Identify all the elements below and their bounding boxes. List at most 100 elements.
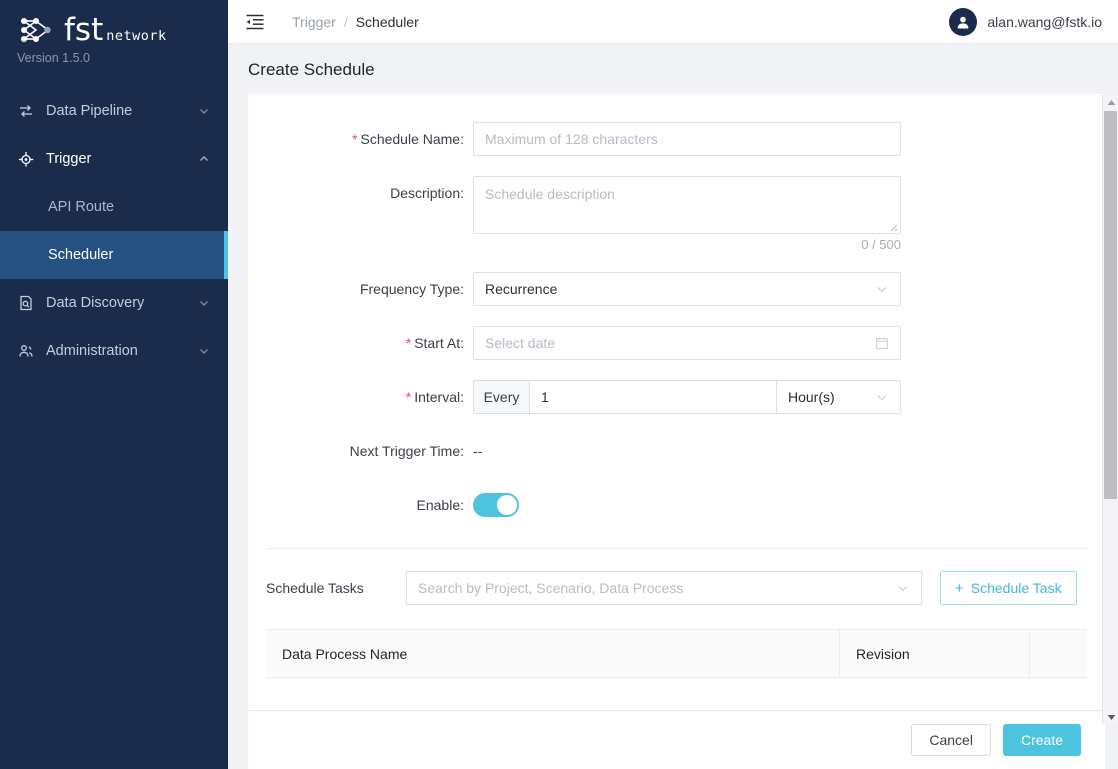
start-at-datepicker[interactable]: Select date bbox=[473, 326, 901, 360]
sidebar-item-label: Administration bbox=[46, 343, 198, 359]
label-text: Start At bbox=[414, 335, 460, 351]
breadcrumb-current: Scheduler bbox=[356, 14, 419, 30]
card-scroll-region: *Schedule Name: Description: bbox=[248, 94, 1105, 710]
cancel-button[interactable]: Cancel bbox=[911, 724, 991, 756]
start-at-placeholder: Select date bbox=[485, 335, 875, 351]
brand-suffix: network bbox=[106, 28, 166, 44]
required-asterisk: * bbox=[406, 335, 411, 351]
label-text: Next Trigger Time bbox=[350, 443, 460, 459]
column-header-actions bbox=[1029, 630, 1087, 677]
document-search-icon bbox=[16, 293, 36, 313]
breadcrumb-separator: / bbox=[344, 14, 348, 30]
label-text: Schedule Name bbox=[360, 131, 460, 147]
sidebar-item-administration[interactable]: Administration bbox=[0, 327, 228, 375]
scroll-up-arrow-icon[interactable] bbox=[1103, 95, 1118, 109]
plus-icon: + bbox=[955, 581, 964, 596]
column-header-data-process-name: Data Process Name bbox=[266, 630, 839, 677]
interval-group: Every Hour(s) bbox=[473, 380, 901, 414]
frequency-type-label: Frequency Type: bbox=[248, 272, 473, 306]
sidebar: fst network Version 1.5.0 Data Pipeline bbox=[0, 0, 228, 769]
sidebar-nav: Data Pipeline Trigger bbox=[0, 87, 228, 375]
breadcrumb: Trigger / Scheduler bbox=[292, 14, 419, 30]
brand-name: fst bbox=[64, 15, 103, 46]
menu-collapse-icon[interactable] bbox=[242, 9, 268, 35]
frequency-type-value: Recurrence bbox=[485, 281, 875, 297]
interval-unit-value: Hour(s) bbox=[788, 389, 875, 405]
create-button[interactable]: Create bbox=[1003, 724, 1081, 756]
scroll-down-arrow-icon[interactable] bbox=[1103, 710, 1118, 724]
sidebar-item-scheduler[interactable]: Scheduler bbox=[0, 231, 228, 279]
sidebar-item-api-route[interactable]: API Route bbox=[0, 183, 228, 231]
schedule-tasks-search-placeholder: Search by Project, Scenario, Data Proces… bbox=[418, 580, 896, 596]
sidebar-subitem-label: Scheduler bbox=[48, 247, 113, 263]
field-schedule-name: *Schedule Name: bbox=[248, 122, 1105, 156]
schedule-tasks-row: Schedule Tasks Search by Project, Scenar… bbox=[248, 549, 1105, 605]
field-enable: Enable: bbox=[248, 488, 1105, 522]
chevron-down-icon bbox=[198, 105, 210, 117]
schedule-name-input[interactable] bbox=[473, 122, 901, 156]
chevron-down-icon bbox=[875, 282, 889, 296]
start-at-label: *Start At: bbox=[248, 326, 473, 360]
sidebar-item-data-pipeline[interactable]: Data Pipeline bbox=[0, 87, 228, 135]
pipeline-transfer-icon bbox=[16, 101, 36, 121]
next-trigger-time-label: Next Trigger Time: bbox=[248, 434, 473, 468]
add-schedule-task-label: Schedule Task bbox=[971, 580, 1062, 596]
sidebar-item-trigger[interactable]: Trigger bbox=[0, 135, 228, 183]
toggle-knob bbox=[497, 495, 517, 515]
label-text: Enable bbox=[417, 497, 461, 513]
schedule-tasks-table: Data Process Name Revision bbox=[248, 605, 1105, 678]
label-text: Interval bbox=[414, 389, 460, 405]
scrollbar-thumb[interactable] bbox=[1104, 111, 1117, 499]
description-textarea[interactable] bbox=[473, 176, 901, 234]
create-schedule-card: *Schedule Name: Description: bbox=[248, 94, 1105, 710]
next-trigger-time-value: -- bbox=[473, 443, 482, 459]
user-menu[interactable]: alan.wang@fstk.io bbox=[949, 8, 1102, 36]
scrollbar-track[interactable] bbox=[1103, 109, 1118, 710]
chevron-down-icon bbox=[896, 581, 910, 595]
network-nodes-icon bbox=[16, 14, 56, 46]
interval-unit-select[interactable]: Hour(s) bbox=[776, 381, 900, 413]
card-footer: Cancel Create bbox=[248, 710, 1105, 769]
add-schedule-task-button[interactable]: + Schedule Task bbox=[940, 571, 1077, 605]
brand: fst network Version 1.5.0 bbox=[0, 0, 228, 65]
schedule-form: *Schedule Name: Description: bbox=[248, 94, 1105, 678]
chevron-up-icon bbox=[198, 153, 210, 165]
interval-value-input[interactable] bbox=[530, 381, 776, 413]
field-next-trigger-time: Next Trigger Time: -- bbox=[248, 434, 1105, 468]
field-interval: *Interval: Every Hour(s) bbox=[248, 380, 1105, 414]
enable-label: Enable: bbox=[248, 488, 473, 522]
users-group-icon bbox=[16, 341, 36, 361]
sidebar-item-label: Data Pipeline bbox=[46, 103, 198, 119]
schedule-name-label: *Schedule Name: bbox=[248, 122, 473, 156]
description-counter: 0 / 500 bbox=[473, 237, 901, 252]
interval-prefix-label: Every bbox=[474, 381, 530, 413]
field-start-at: *Start At: Select date bbox=[248, 326, 1105, 360]
chevron-down-icon bbox=[198, 297, 210, 309]
sidebar-item-label: Data Discovery bbox=[46, 295, 198, 311]
label-text: Description bbox=[390, 185, 460, 201]
description-label: Description: bbox=[248, 176, 473, 210]
enable-toggle[interactable] bbox=[473, 493, 519, 517]
table-header-row: Data Process Name Revision bbox=[266, 629, 1087, 678]
chevron-down-icon bbox=[875, 390, 889, 404]
app-root: fst network Version 1.5.0 Data Pipeline bbox=[0, 0, 1118, 769]
chevron-down-icon bbox=[198, 345, 210, 357]
sidebar-item-label: Trigger bbox=[46, 151, 198, 167]
breadcrumb-parent[interactable]: Trigger bbox=[292, 14, 336, 30]
calendar-icon bbox=[875, 336, 889, 350]
version-label: Version 1.5.0 bbox=[17, 51, 228, 65]
vertical-scrollbar[interactable] bbox=[1102, 95, 1118, 724]
required-asterisk: * bbox=[352, 131, 357, 147]
schedule-tasks-search-select[interactable]: Search by Project, Scenario, Data Proces… bbox=[406, 571, 922, 605]
field-description: Description: 0 / 500 bbox=[248, 176, 1105, 252]
topbar: Trigger / Scheduler alan.wang@fstk.io bbox=[228, 0, 1118, 44]
sidebar-item-data-discovery[interactable]: Data Discovery bbox=[0, 279, 228, 327]
interval-label: *Interval: bbox=[248, 380, 473, 414]
frequency-type-select[interactable]: Recurrence bbox=[473, 272, 901, 306]
required-asterisk: * bbox=[406, 389, 411, 405]
schedule-tasks-label: Schedule Tasks bbox=[266, 580, 406, 596]
user-email-label: alan.wang@fstk.io bbox=[987, 14, 1102, 30]
column-header-revision: Revision bbox=[839, 630, 1029, 677]
label-text: Frequency Type bbox=[360, 281, 460, 297]
main-area: Trigger / Scheduler alan.wang@fstk.io Cr… bbox=[228, 0, 1118, 769]
